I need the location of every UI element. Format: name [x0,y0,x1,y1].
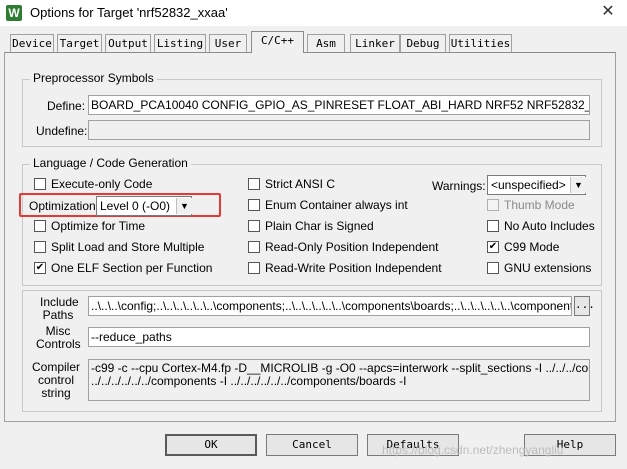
misc-label-line2: Controls [36,337,81,351]
gnu-extensions-checkbox[interactable] [487,262,499,274]
include-browse-button[interactable]: ... [574,296,595,316]
plain-char-signed-checkbox[interactable] [248,220,260,232]
tab-user[interactable]: User [209,34,247,52]
c99-mode-label: C99 Mode [504,240,560,254]
execute-only-checkbox[interactable] [34,178,46,190]
define-label: Define: [47,99,86,113]
compiler-line-2: ../../../../../../components -I ../../..… [91,374,407,388]
close-icon[interactable]: ✕ [596,1,620,23]
optimize-time-checkbox[interactable] [34,220,46,232]
tab-linker[interactable]: Linker [350,34,400,52]
app-icon: W [6,5,22,21]
window-title: Options for Target 'nrf52832_xxaa' [30,5,228,20]
misc-controls-field[interactable]: --reduce_paths [88,327,590,347]
ropi-label: Read-Only Position Independent [265,240,439,254]
compiler-label-line3: string [41,386,71,400]
chevron-down-icon[interactable]: ▼ [176,198,192,214]
tab-output[interactable]: Output [105,34,151,52]
misc-label-line1: Misc [45,324,71,338]
define-field[interactable]: BOARD_PCA10040 CONFIG_GPIO_AS_PINRESET F… [88,95,590,115]
include-label-line2: Paths [42,308,74,322]
optimization-label: Optimization: [29,199,100,213]
tab-debug[interactable]: Debug [400,34,446,52]
tab-target[interactable]: Target [57,34,102,52]
rwpi-label: Read-Write Position Independent [265,261,442,275]
undefine-field[interactable] [88,120,590,140]
one-elf-section-checkbox[interactable]: ✔ [34,262,46,274]
cancel-button[interactable]: Cancel [266,434,358,456]
rwpi-checkbox[interactable] [248,262,260,274]
include-paths-field[interactable]: ..\..\..\config;..\..\..\..\..\..\compon… [88,296,572,316]
no-auto-includes-label: No Auto Includes [504,219,595,233]
ok-button[interactable]: OK [165,434,257,456]
undefine-label: Undefine: [36,124,88,138]
preprocessor-group-title: Preprocessor Symbols [30,71,157,85]
misc-controls-label: Misc Controls [36,324,81,351]
optimize-time-label: Optimize for Time [51,219,146,233]
thumb-mode-checkbox [487,199,499,211]
watermark: https://blog.csdn.net/zhengyangliu [382,443,564,457]
include-paths-label: Include Paths [40,295,79,322]
compiler-control-string: -c99 -c --cpu Cortex-M4.fp -D__MICROLIB … [88,359,590,401]
tab-listing[interactable]: Listing [154,34,206,52]
warnings-label: Warnings: [432,179,486,193]
split-load-store-checkbox[interactable] [34,241,46,253]
codegen-group-title: Language / Code Generation [30,156,191,170]
split-load-store-label: Split Load and Store Multiple [51,240,205,254]
tab-utilities[interactable]: Utilities [449,34,512,52]
compiler-label-line1: Compiler [32,360,81,374]
plain-char-signed-label: Plain Char is Signed [265,219,374,233]
compiler-label-line2: control [37,373,75,387]
no-auto-includes-checkbox[interactable] [487,220,499,232]
execute-only-label: Execute-only Code [51,177,153,191]
one-elf-section-label: One ELF Section per Function [51,261,213,275]
thumb-mode-label: Thumb Mode [504,198,575,212]
strict-ansi-checkbox[interactable] [248,178,260,190]
tab-device[interactable]: Device [10,34,54,52]
gnu-extensions-label: GNU extensions [504,261,592,275]
enum-container-label: Enum Container always int [265,198,408,212]
include-label-line1: Include [40,295,79,309]
tab-asm[interactable]: Asm [307,34,345,52]
c99-mode-checkbox[interactable]: ✔ [487,241,499,253]
tab-c-cpp[interactable]: C/C++ [251,31,304,53]
chevron-down-icon[interactable]: ▼ [570,177,586,193]
strict-ansi-label: Strict ANSI C [265,177,336,191]
compiler-control-label: Compiler control string [32,361,80,400]
enum-container-checkbox[interactable] [248,199,260,211]
ropi-checkbox[interactable] [248,241,260,253]
